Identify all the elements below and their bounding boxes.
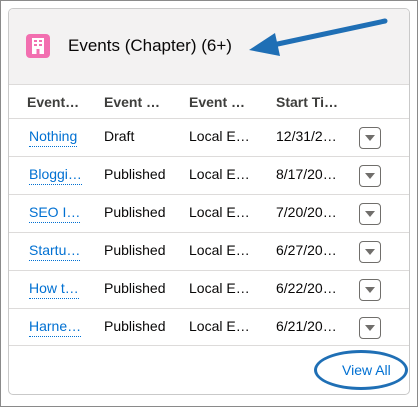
start-time-cell: 6/22/20… bbox=[276, 280, 337, 296]
chevron-down-icon bbox=[365, 211, 375, 217]
table-row: Nothing Draft Local E… 12/31/2… bbox=[9, 118, 409, 156]
column-header-event-status[interactable]: Event … bbox=[104, 94, 160, 110]
chevron-down-icon bbox=[365, 135, 375, 141]
event-type-cell: Local E… bbox=[189, 128, 250, 144]
card-title[interactable]: Events (Chapter) (6+) bbox=[68, 36, 232, 56]
row-actions-button[interactable] bbox=[359, 279, 381, 301]
row-actions-button[interactable] bbox=[359, 127, 381, 149]
event-type-cell: Local E… bbox=[189, 318, 250, 334]
start-time-cell: 6/21/20… bbox=[276, 318, 337, 334]
event-status-cell: Published bbox=[104, 318, 166, 334]
event-type-cell: Local E… bbox=[189, 242, 250, 258]
event-name-link[interactable]: Nothing bbox=[29, 128, 78, 147]
event-status-cell: Published bbox=[104, 166, 166, 182]
event-type-cell: Local E… bbox=[189, 280, 250, 296]
event-status-cell: Published bbox=[104, 242, 166, 258]
row-actions-button[interactable] bbox=[359, 165, 381, 187]
start-time-cell: 7/20/20… bbox=[276, 204, 337, 220]
event-name-link[interactable]: Startu… bbox=[29, 242, 81, 261]
table-row: Bloggi… Published Local E… 8/17/20… bbox=[9, 156, 409, 194]
related-list-card: Events (Chapter) (6+) Event… Event … Eve… bbox=[8, 8, 410, 395]
table-row: How t… Published Local E… 6/22/20… bbox=[9, 270, 409, 308]
event-status-cell: Published bbox=[104, 280, 166, 296]
row-actions-button[interactable] bbox=[359, 241, 381, 263]
chevron-down-icon bbox=[365, 173, 375, 179]
column-header-event-type[interactable]: Event … bbox=[189, 94, 245, 110]
chevron-down-icon bbox=[365, 325, 375, 331]
event-name-link[interactable]: Harne… bbox=[29, 318, 82, 337]
start-time-cell: 6/27/20… bbox=[276, 242, 337, 258]
table-row: SEO I… Published Local E… 7/20/20… bbox=[9, 194, 409, 232]
event-type-cell: Local E… bbox=[189, 204, 250, 220]
event-name-link[interactable]: SEO I… bbox=[29, 204, 81, 223]
row-actions-button[interactable] bbox=[359, 203, 381, 225]
event-status-cell: Draft bbox=[104, 128, 135, 144]
row-actions-button[interactable] bbox=[359, 317, 381, 339]
event-name-link[interactable]: Bloggi… bbox=[29, 166, 82, 185]
event-type-cell: Local E… bbox=[189, 166, 250, 182]
annotation-arrow-icon bbox=[249, 18, 388, 56]
column-header-start-time[interactable]: Start Ti… bbox=[276, 94, 338, 110]
building-icon bbox=[26, 34, 50, 58]
table-row: Startu… Published Local E… 6/27/20… bbox=[9, 232, 409, 270]
chevron-down-icon bbox=[365, 249, 375, 255]
card-footer: View All bbox=[9, 345, 409, 394]
annotation-circle bbox=[314, 350, 408, 390]
start-time-cell: 12/31/2… bbox=[276, 128, 337, 144]
table-row: Harne… Published Local E… 6/21/20… bbox=[9, 308, 409, 346]
column-header-event-name[interactable]: Event… bbox=[27, 94, 79, 110]
start-time-cell: 8/17/20… bbox=[276, 166, 337, 182]
event-status-cell: Published bbox=[104, 204, 166, 220]
event-name-link[interactable]: How t… bbox=[29, 280, 79, 299]
chevron-down-icon bbox=[365, 287, 375, 293]
